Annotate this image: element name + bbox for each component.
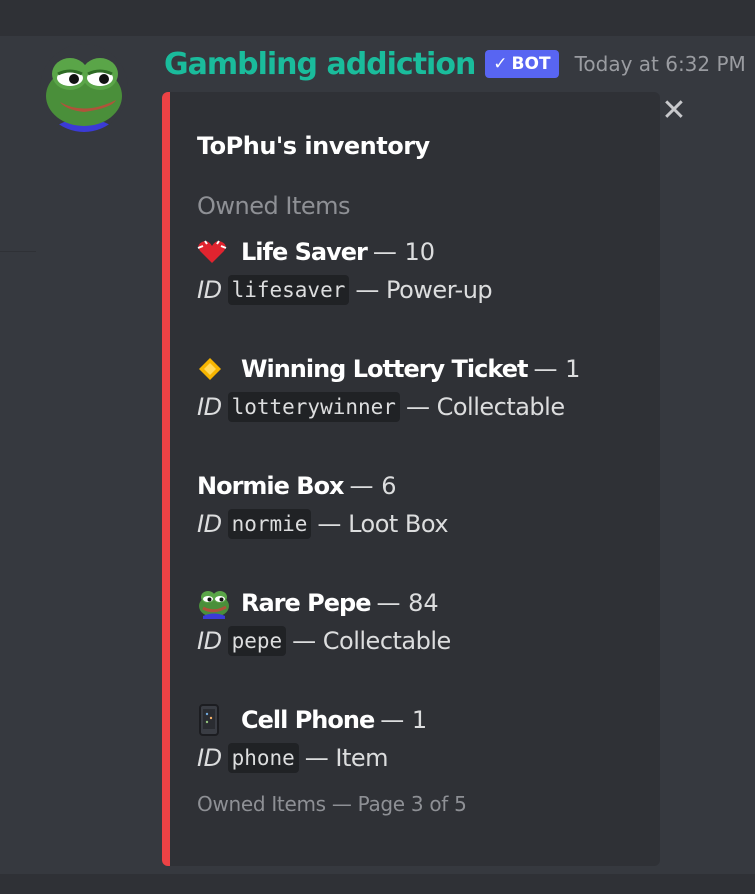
item-id-code: pepe bbox=[227, 626, 287, 656]
bot-badge: ✓ BOT bbox=[485, 50, 559, 78]
pepe-icon bbox=[197, 588, 231, 619]
divider bbox=[0, 251, 36, 252]
section-label: Owned Items bbox=[197, 192, 351, 220]
item-type: — Collectable bbox=[405, 393, 565, 421]
inventory-embed: ✕ ToPhu's inventory Owned Items Life Sav… bbox=[162, 92, 687, 866]
list-item: Life Saver — 10 ID lifesaver — Power-up bbox=[197, 234, 657, 310]
list-item: Cell Phone — 1 ID phone — Item bbox=[197, 702, 657, 778]
item-type: — Item bbox=[304, 744, 389, 772]
embed-footer: Owned Items — Page 3 of 5 bbox=[197, 792, 467, 816]
item-name: Rare Pepe bbox=[241, 589, 371, 617]
id-label: ID bbox=[197, 510, 222, 538]
id-label: ID bbox=[197, 627, 222, 655]
top-bar bbox=[0, 0, 755, 36]
heart-icon bbox=[197, 237, 231, 267]
item-count: — 84 bbox=[376, 589, 439, 617]
item-count: — 10 bbox=[372, 238, 436, 266]
item-id-code: lotterywinner bbox=[227, 392, 400, 422]
item-type: — Loot Box bbox=[317, 510, 449, 538]
list-item: Rare Pepe — 84 ID pepe — Collectable bbox=[197, 585, 657, 661]
item-count: — 1 bbox=[533, 355, 581, 383]
pepe-avatar-icon bbox=[40, 44, 128, 132]
phone-icon bbox=[197, 704, 231, 736]
item-name: Normie Box bbox=[197, 472, 345, 500]
item-count: — 1 bbox=[380, 706, 428, 734]
item-type: — Collectable bbox=[292, 627, 451, 655]
item-id-code: normie bbox=[227, 509, 312, 539]
item-type: — Power-up bbox=[355, 276, 493, 304]
ticket-icon bbox=[197, 354, 231, 384]
id-label: ID bbox=[197, 276, 222, 304]
message-header: Gambling addiction ✓ BOT Today at 6:32 P… bbox=[164, 44, 746, 84]
timestamp: Today at 6:32 PM bbox=[574, 52, 746, 76]
bottom-bar bbox=[0, 874, 755, 894]
id-label: ID bbox=[197, 744, 222, 772]
close-icon[interactable]: ✕ bbox=[656, 92, 692, 128]
list-item: Normie Box — 6 ID normie — Loot Box bbox=[197, 468, 657, 544]
checkmark-icon: ✓ bbox=[493, 54, 508, 74]
id-label: ID bbox=[197, 393, 222, 421]
item-name: Cell Phone bbox=[241, 706, 375, 734]
avatar[interactable] bbox=[40, 44, 128, 132]
bot-badge-label: BOT bbox=[511, 54, 551, 74]
item-id-code: phone bbox=[227, 743, 299, 773]
item-id-code: lifesaver bbox=[227, 275, 350, 305]
item-name: Winning Lottery Ticket bbox=[241, 355, 528, 383]
item-name: Life Saver bbox=[241, 238, 368, 266]
username[interactable]: Gambling addiction bbox=[164, 47, 476, 82]
list-item: Winning Lottery Ticket — 1 ID lotterywin… bbox=[197, 351, 657, 427]
item-count: — 6 bbox=[349, 472, 397, 500]
embed-title: ToPhu's inventory bbox=[197, 132, 430, 160]
